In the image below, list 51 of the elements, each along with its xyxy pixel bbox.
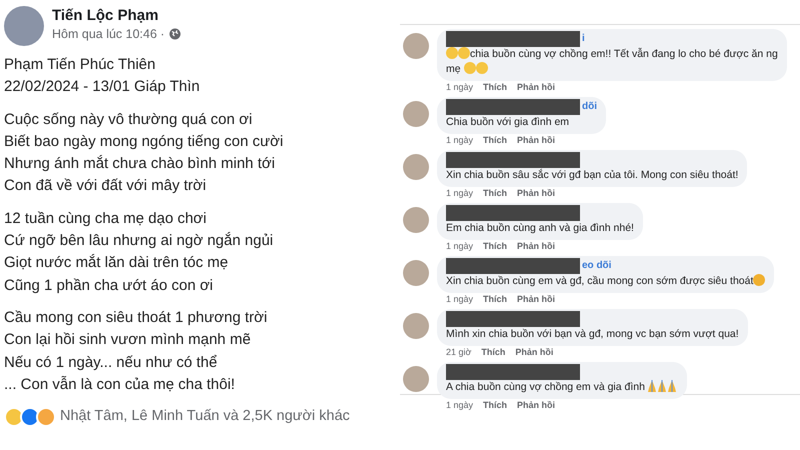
profile-avatar <box>4 6 44 46</box>
like-link[interactable]: Thích <box>483 400 508 410</box>
like-link[interactable]: Thích <box>483 188 508 198</box>
comment-text: Em chia buồn cùng anh và gia đình nhé! <box>446 222 634 234</box>
commenter-avatar <box>403 207 429 233</box>
reply-link[interactable]: Phản hồi <box>517 294 556 304</box>
comment-text: A chia buồn cùng vợ chồng em và gia đình <box>446 381 646 393</box>
reactions-summary[interactable]: Nhật Tâm, Lê Minh Tuấn và 2,5K người khác <box>60 406 350 428</box>
comment-text: mẹ <box>446 63 462 75</box>
praying-hands-icon <box>648 380 656 392</box>
comment-age: 1 ngày <box>446 188 474 198</box>
comment-age: 1 ngày <box>446 294 474 304</box>
reply-link[interactable]: Phản hồi <box>517 135 556 145</box>
commenter-avatar <box>403 33 429 59</box>
poem-stanza: Cuộc sống này vô thường quá con ơi Biết bao ngày mong ngóng tiếng con cười Nhưng ánh mắt chưa chào bình minh tới Con đã về với đất với mây trời <box>4 110 284 196</box>
comment-text: chia buồn cùng vợ chồng em!! Tết vẫn đang lo cho bé được ăn ng <box>470 48 778 60</box>
reply-link[interactable]: Phản hồi <box>515 347 554 357</box>
comment-text: Xin chia buồn sâu sắc với gđ bạn của tôi. Mong con siêu thoát! <box>446 169 738 181</box>
like-link[interactable]: Thích <box>483 82 508 92</box>
poem-stanza: 12 tuần cùng cha mẹ dạo chơi Cứ ngỡ bên lâu nhưng ai ngờ ngắn ngủi Giọt nước mắt lăn dài trên tóc mẹ Cũng 1 phần cha ướt áo con ơi <box>4 208 274 296</box>
like-link[interactable]: Thích <box>481 347 506 357</box>
commenter-avatar <box>403 366 429 392</box>
author-name[interactable]: Tiến Lộc Phạm <box>52 6 181 25</box>
like-link[interactable]: Thích <box>483 294 508 304</box>
comment-text: Mình xin chia buồn với bạn và gđ, mong vc bạn sớm vượt qua! <box>446 328 739 340</box>
comment-age: 21 giờ <box>446 347 472 357</box>
commenter-avatar <box>403 101 429 127</box>
globe-icon <box>168 28 181 40</box>
poem-stanza: Cầu mong con siêu thoát 1 phương trời Con lại hồi sinh vươn mình mạnh mẽ Nếu có 1 ngày... nếu như có thể ... Con vẫn là con của mẹ cha thôi! <box>4 308 268 395</box>
poem-stanza: Phạm Tiến Phúc Thiên 22/02/2024 - 13/01 Giáp Thìn <box>4 55 201 98</box>
commenter-avatar <box>403 154 429 180</box>
like-link[interactable]: Thích <box>483 135 508 145</box>
name-fragment: dõi <box>582 101 597 112</box>
like-link[interactable]: Thích <box>483 241 508 251</box>
name-fragment: eo dõi <box>582 260 612 271</box>
reply-link[interactable]: Phản hồi <box>517 82 556 92</box>
name-fragment: i <box>582 33 585 44</box>
reply-link[interactable]: Phản hồi <box>517 400 556 410</box>
post-time[interactable]: Hôm qua lúc 10:46 · <box>52 25 165 44</box>
reply-link[interactable]: Phản hồi <box>517 188 556 198</box>
commenter-avatar <box>403 313 429 339</box>
commenter-avatar <box>403 260 429 286</box>
comment-age: 1 ngày <box>446 82 474 92</box>
praying-hands-icon <box>658 380 666 392</box>
comment-text: Xin chia buồn cùng em và gđ, cầu mong con sớm được siêu thoát <box>446 275 754 287</box>
comment-text: Chia buồn với gia đình em <box>446 116 570 128</box>
comment-age: 1 ngày <box>446 241 474 251</box>
praying-hands-icon <box>668 380 676 392</box>
reply-link[interactable]: Phản hồi <box>517 241 556 251</box>
comment-age: 1 ngày <box>446 400 474 410</box>
comment-age: 1 ngày <box>446 135 474 145</box>
